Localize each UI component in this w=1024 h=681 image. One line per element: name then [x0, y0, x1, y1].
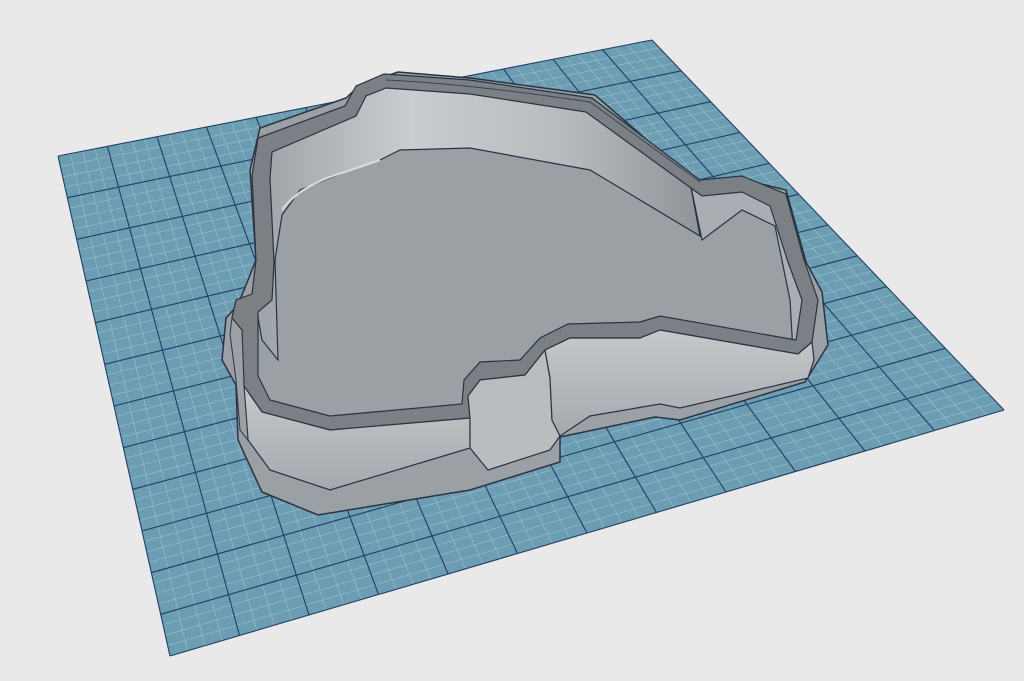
viewport-canvas[interactable]	[0, 0, 1024, 681]
3d-viewport[interactable]	[0, 0, 1024, 681]
